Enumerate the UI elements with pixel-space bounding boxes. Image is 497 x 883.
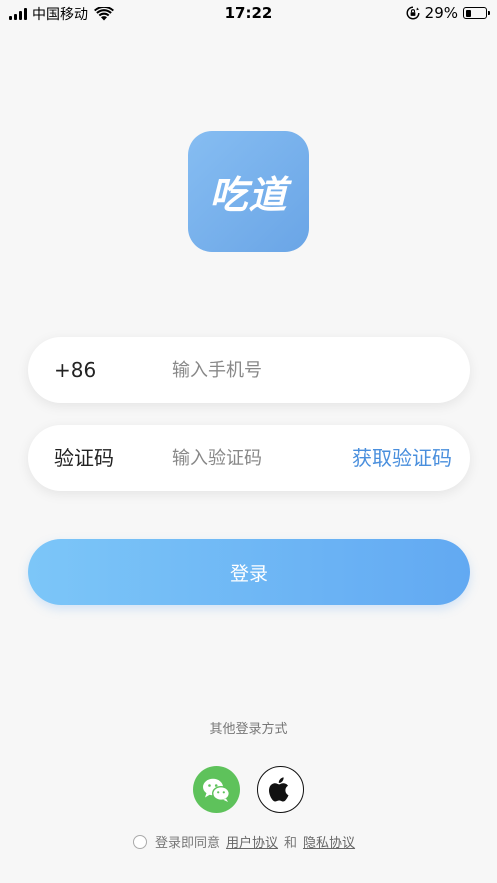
status-bar: 中国移动 17:22 29%	[0, 0, 497, 26]
agreement-and-text: 和	[284, 836, 298, 851]
status-right: 29%	[406, 4, 490, 22]
code-input[interactable]	[172, 443, 342, 473]
app-logo-text: 吃道	[209, 173, 288, 217]
login-button[interactable]: 登录	[28, 539, 470, 605]
battery-level	[465, 9, 471, 17]
battery-percent: 29%	[424, 4, 458, 22]
app-logo: 吃道	[188, 131, 309, 252]
phone-input[interactable]	[172, 355, 342, 385]
user-agreement-link[interactable]: 用户协议	[226, 832, 278, 851]
apple-login-button[interactable]	[257, 766, 304, 813]
country-code[interactable]: +86	[54, 337, 96, 403]
phone-field: +86	[28, 337, 470, 403]
get-code-button[interactable]: 获取验证码	[352, 425, 452, 491]
privacy-policy-link[interactable]: 隐私协议	[303, 832, 355, 851]
code-field: 验证码 获取验证码	[28, 425, 470, 491]
agree-checkbox[interactable]	[133, 834, 147, 849]
orientation-lock-icon	[406, 6, 420, 20]
apple-icon	[269, 777, 289, 802]
other-login-label: 其他登录方式	[209, 722, 288, 737]
code-label: 验证码	[54, 446, 114, 470]
wechat-icon	[203, 778, 231, 802]
wechat-login-button[interactable]	[193, 766, 240, 813]
agreement-row: 登录即同意 用户协议 和 隐私协议	[133, 832, 361, 851]
battery-icon	[463, 7, 490, 19]
agreement-text: 登录即同意	[155, 836, 221, 851]
